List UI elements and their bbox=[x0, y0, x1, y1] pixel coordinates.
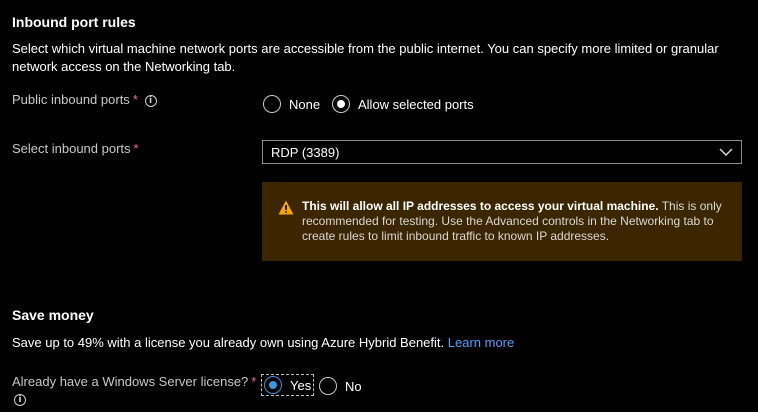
radio-allow-selected-ports[interactable]: Allow selected ports bbox=[332, 95, 474, 113]
info-icon[interactable]: i bbox=[14, 393, 26, 406]
radio-none-circle[interactable] bbox=[263, 95, 281, 113]
required-marker: * bbox=[132, 92, 138, 107]
chevron-down-icon bbox=[719, 148, 733, 156]
public-inbound-ports-label: Public inbound ports * i bbox=[12, 92, 157, 107]
select-inbound-ports-value: RDP (3389) bbox=[271, 144, 340, 160]
warning-icon bbox=[278, 200, 294, 215]
radio-none-label[interactable]: None bbox=[289, 97, 320, 112]
radio-no-label[interactable]: No bbox=[345, 379, 362, 394]
radio-yes-focus[interactable]: Yes bbox=[261, 374, 315, 396]
radio-no[interactable]: No bbox=[319, 377, 362, 395]
warning-text-bold: This will allow all IP addresses to acce… bbox=[302, 199, 659, 213]
required-marker: * bbox=[133, 141, 139, 156]
radio-yes-label[interactable]: Yes bbox=[290, 378, 312, 393]
select-inbound-ports-dropdown[interactable]: RDP (3389) bbox=[262, 140, 742, 164]
required-marker: * bbox=[251, 374, 257, 389]
warning-banner: This will allow all IP addresses to acce… bbox=[262, 182, 742, 261]
warning-text: This will allow all IP addresses to acce… bbox=[302, 199, 722, 244]
inbound-heading: Inbound port rules bbox=[12, 14, 136, 30]
select-inbound-ports-label: Select inbound ports * bbox=[12, 141, 139, 156]
radio-allow-selected-circle[interactable] bbox=[332, 95, 350, 113]
save-money-description: Save up to 49% with a license you alread… bbox=[12, 335, 515, 350]
radio-none[interactable]: None bbox=[263, 95, 320, 113]
info-icon[interactable]: i bbox=[144, 94, 157, 107]
radio-yes[interactable]: Yes bbox=[261, 374, 315, 396]
radio-no-circle[interactable] bbox=[319, 377, 337, 395]
radio-allow-selected-label[interactable]: Allow selected ports bbox=[358, 97, 474, 112]
radio-yes-circle[interactable] bbox=[264, 376, 282, 394]
save-money-heading: Save money bbox=[12, 307, 94, 323]
inbound-description: Select which virtual machine network por… bbox=[12, 41, 719, 74]
windows-license-label: Already have a Windows Server license? * … bbox=[12, 374, 257, 406]
learn-more-link[interactable]: Learn more bbox=[448, 335, 514, 350]
